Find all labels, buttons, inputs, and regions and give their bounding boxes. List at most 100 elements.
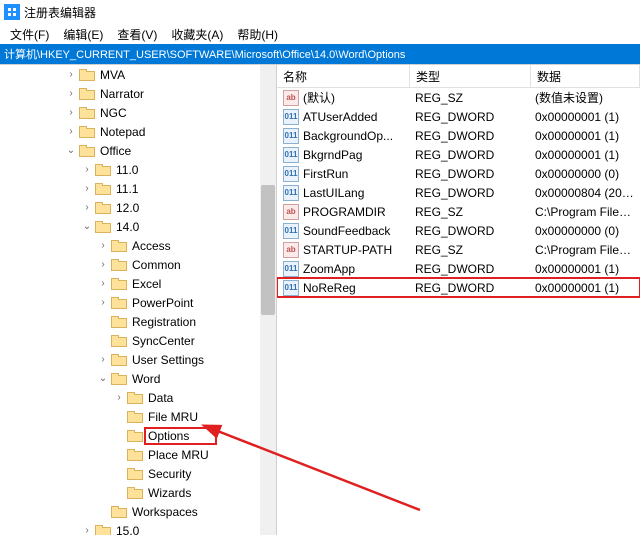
tree-item-label: Narrator — [98, 86, 146, 102]
menu-edit[interactable]: 编辑(E) — [57, 25, 109, 44]
tree-item-label: 11.1 — [114, 181, 140, 197]
chevron-right-icon[interactable]: › — [80, 182, 94, 196]
tree-item-synccenter[interactable]: ›SyncCenter — [0, 331, 276, 350]
tree-item-11-0[interactable]: ›11.0 — [0, 160, 276, 179]
values-list[interactable]: ab(默认)REG_SZ(数值未设置)011ATUserAddedREG_DWO… — [277, 88, 640, 297]
tree-scrollbar-track[interactable] — [260, 65, 276, 535]
tree-item-workspaces[interactable]: ›Workspaces — [0, 502, 276, 521]
folder-icon — [127, 486, 143, 500]
folder-icon — [111, 277, 127, 291]
tree-item-label: Options — [146, 428, 191, 444]
value-row[interactable]: 011BackgroundOp...REG_DWORD0x00000001 (1… — [277, 126, 640, 145]
tree-item-ngc[interactable]: ›NGC — [0, 103, 276, 122]
value-name: LastUILang — [303, 186, 364, 200]
tree-item-user-settings[interactable]: ›User Settings — [0, 350, 276, 369]
chevron-down-icon[interactable]: ⌄ — [80, 220, 94, 234]
tree-item-notepad[interactable]: ›Notepad — [0, 122, 276, 141]
value-type: REG_DWORD — [409, 110, 529, 124]
value-row[interactable]: 011ATUserAddedREG_DWORD0x00000001 (1) — [277, 107, 640, 126]
folder-icon — [79, 87, 95, 101]
tree-item-narrator[interactable]: › Narrator — [0, 84, 276, 103]
value-name: FirstRun — [303, 167, 348, 181]
folder-icon — [79, 125, 95, 139]
tree-item-file-mru[interactable]: ›File MRU — [0, 407, 276, 426]
col-header-name[interactable]: 名称 — [277, 65, 410, 87]
tree-item-14-0[interactable]: ⌄14.0 — [0, 217, 276, 236]
value-row[interactable]: 011FirstRunREG_DWORD0x00000000 (0) — [277, 164, 640, 183]
values-header[interactable]: 名称 类型 数据 — [277, 65, 640, 88]
tree-item-mva[interactable]: › MVA — [0, 65, 276, 84]
tree-item-15-0[interactable]: ›15.0 — [0, 521, 276, 535]
value-row[interactable]: 011ZoomAppREG_DWORD0x00000001 (1) — [277, 259, 640, 278]
tree-item-label: Excel — [130, 276, 163, 292]
tree-item-options[interactable]: ›Options — [0, 426, 276, 445]
value-data: 0x00000000 (0) — [529, 224, 640, 238]
tree-scrollbar-thumb[interactable] — [261, 185, 275, 315]
value-type: REG_DWORD — [409, 167, 529, 181]
tree-item-word[interactable]: ⌄ Word — [0, 369, 276, 388]
chevron-right-icon[interactable]: › — [80, 201, 94, 215]
chevron-right-icon[interactable]: › — [64, 106, 78, 120]
value-row[interactable]: abPROGRAMDIRREG_SZC:\Program Files\Mi — [277, 202, 640, 221]
value-row[interactable]: ab(默认)REG_SZ(数值未设置) — [277, 88, 640, 107]
folder-icon — [111, 239, 127, 253]
tree-item-place-mru[interactable]: ›Place MRU — [0, 445, 276, 464]
chevron-right-icon[interactable]: › — [96, 239, 110, 253]
folder-icon — [111, 353, 127, 367]
chevron-right-icon[interactable]: › — [96, 353, 110, 367]
tree-item-powerpoint[interactable]: ›PowerPoint — [0, 293, 276, 312]
value-type: REG_DWORD — [409, 186, 529, 200]
chevron-right-icon[interactable]: › — [64, 87, 78, 101]
folder-icon — [95, 524, 111, 535]
value-data: 0x00000001 (1) — [529, 110, 640, 124]
address-bar[interactable]: 计算机\HKEY_CURRENT_USER\SOFTWARE\Microsoft… — [0, 44, 640, 64]
value-row[interactable]: abSTARTUP-PATHREG_SZC:\Program Files (x8 — [277, 240, 640, 259]
folder-icon — [111, 334, 127, 348]
value-row[interactable]: 011NoReRegREG_DWORD0x00000001 (1) — [277, 278, 640, 297]
chevron-right-icon[interactable]: › — [96, 296, 110, 310]
folder-icon — [111, 505, 127, 519]
tree-item-label: 12.0 — [114, 200, 141, 216]
chevron-right-icon[interactable]: › — [96, 258, 110, 272]
dword-value-icon: 011 — [283, 166, 299, 182]
col-header-data[interactable]: 数据 — [531, 65, 640, 87]
menu-file[interactable]: 文件(F) — [4, 25, 55, 44]
menu-help[interactable]: 帮助(H) — [231, 25, 284, 44]
menu-favorites[interactable]: 收藏夹(A) — [165, 25, 229, 44]
tree-item-data[interactable]: ›Data — [0, 388, 276, 407]
value-name: NoReReg — [303, 281, 356, 295]
dword-value-icon: 011 — [283, 280, 299, 296]
value-name: BackgroundOp... — [303, 129, 393, 143]
tree-item-access[interactable]: ›Access — [0, 236, 276, 255]
value-name: ZoomApp — [303, 262, 355, 276]
chevron-right-icon[interactable]: › — [64, 125, 78, 139]
chevron-right-icon[interactable]: › — [112, 391, 126, 405]
tree-list[interactable]: ›MVA›Narrator›NGC›Notepad⌄Office›11.0›11… — [0, 65, 276, 535]
tree-item-excel[interactable]: › Excel — [0, 274, 276, 293]
col-header-type[interactable]: 类型 — [410, 65, 531, 87]
tree-item-registration[interactable]: ›Registration — [0, 312, 276, 331]
value-row[interactable]: 011LastUILangREG_DWORD0x00000804 (2052) — [277, 183, 640, 202]
string-value-icon: ab — [283, 204, 299, 220]
tree-item-security[interactable]: ›Security — [0, 464, 276, 483]
folder-icon — [95, 182, 111, 196]
value-name: BkgrndPag — [303, 148, 362, 162]
tree-item-12-0[interactable]: › 12.0 — [0, 198, 276, 217]
tree-item-common[interactable]: ›Common — [0, 255, 276, 274]
tree-item-wizards[interactable]: ›Wizards — [0, 483, 276, 502]
chevron-right-icon[interactable]: › — [80, 524, 94, 535]
chevron-down-icon[interactable]: ⌄ — [96, 372, 110, 386]
current-path: 计算机\HKEY_CURRENT_USER\SOFTWARE\Microsoft… — [4, 46, 405, 62]
chevron-right-icon[interactable]: › — [96, 277, 110, 291]
chevron-right-icon[interactable]: › — [64, 68, 78, 82]
menu-view[interactable]: 查看(V) — [111, 25, 163, 44]
chevron-down-icon[interactable]: ⌄ — [64, 144, 78, 158]
value-row[interactable]: 011SoundFeedbackREG_DWORD0x00000000 (0) — [277, 221, 640, 240]
folder-icon — [111, 315, 127, 329]
tree-item-label: MVA — [98, 67, 127, 83]
tree-item-11-1[interactable]: › 11.1 — [0, 179, 276, 198]
value-row[interactable]: 011BkgrndPagREG_DWORD0x00000001 (1) — [277, 145, 640, 164]
tree-item-label: Word — [130, 371, 162, 387]
tree-item-office[interactable]: ⌄Office — [0, 141, 276, 160]
chevron-right-icon[interactable]: › — [80, 163, 94, 177]
